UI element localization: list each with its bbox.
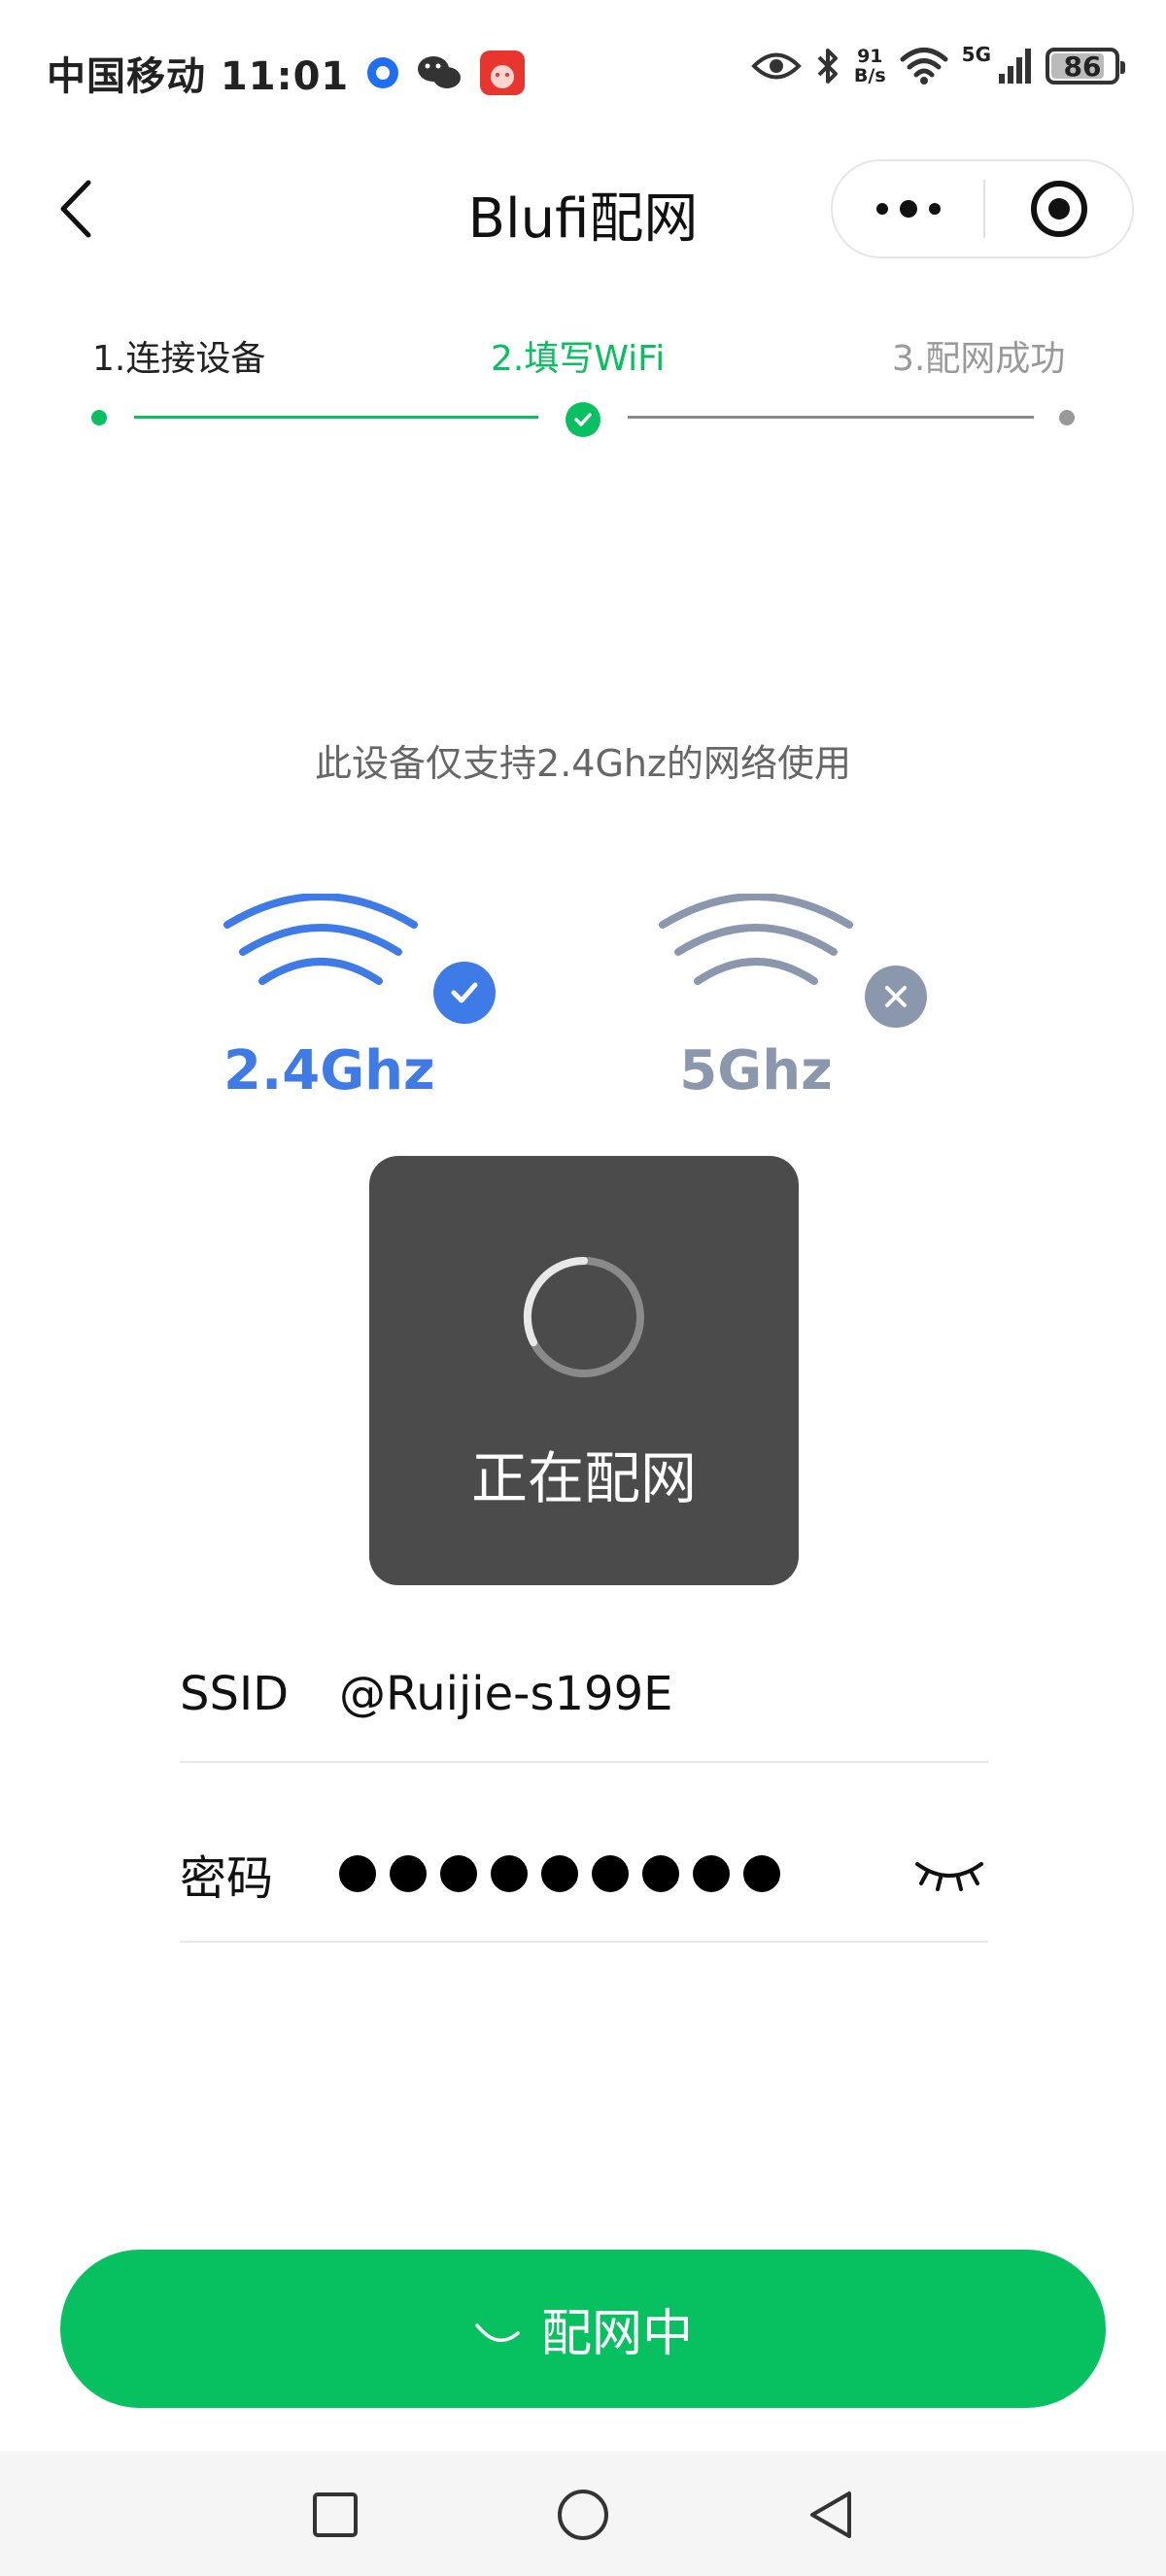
check-mark [451,982,478,1003]
password-mask-dot [339,1855,376,1892]
bluetooth-icon [817,49,838,84]
eye-icon [751,52,802,80]
status-bar: 中国移动 11:01 91 B/s 5G 86 [0,0,1166,146]
ssid-label: SSID [180,1667,290,1721]
password-mask-dot [491,1855,528,1892]
triangle-back-icon [810,2491,851,2538]
ssid-field[interactable]: @Ruijie-s199E [339,1667,988,1721]
more-dots-icon [875,200,941,218]
band-24-label: 2.4Ghz [223,1039,435,1102]
password-mask-dot [743,1855,780,1892]
wifi-icon [659,893,853,985]
loading-spinner-icon [475,2322,520,2342]
circle-icon [558,2490,608,2540]
step-check-icon [566,402,600,437]
network-type: 5G [961,43,991,66]
eye-closed-icon [915,1862,983,1891]
loading-spinner-icon [523,1256,644,1377]
step-dot-done [91,410,107,425]
submit-button[interactable]: 配网中 [60,2250,1106,2408]
net-speed: 91 B/s [854,47,886,85]
more-button[interactable] [833,161,983,256]
net-speed-unit: B/s [853,65,886,86]
check-icon [433,962,496,1024]
password-mask-dot [592,1855,629,1892]
status-right: 91 B/s 5G 86 [751,43,1125,85]
progress-steps: 1.连接设备 2.填写WiFi 3.配网成功 [0,330,1166,447]
system-back-button[interactable] [794,2478,868,2552]
wechat-icon [418,56,462,88]
square-icon [313,2492,358,2537]
close-target-icon [1030,181,1087,237]
band-5-label: 5Ghz [679,1039,833,1102]
password-mask-dot [440,1855,477,1892]
recent-apps-button[interactable] [298,2478,372,2552]
password-mask-dot [541,1855,578,1892]
password-visibility-toggle[interactable] [910,1845,988,1903]
password-label: 密码 [180,1851,274,1906]
band-5-indicator: 5Ghz [659,893,927,1107]
submit-label: 配网中 [540,2305,693,2363]
ssid-row: SSID @Ruijie-s199E [180,1627,988,1763]
step-line-done [134,416,538,419]
carrier-time: 中国移动 11:01 [47,54,350,99]
status-left: 中国移动 11:01 [47,45,526,101]
password-mask-dot [642,1855,679,1892]
net-speed-value: 91 [857,46,883,67]
wifi-icon [223,893,418,985]
shopping-app-icon [480,51,526,95]
cross-icon [865,966,927,1028]
password-field[interactable] [339,1855,910,1892]
check-mark [574,413,592,426]
nav-bar: Blufi配网 [0,146,1166,272]
password-row: 密码 [180,1807,988,1943]
band-24-indicator: 2.4Ghz [223,893,496,1107]
cross-mark [885,986,907,1007]
app-notification-icon [367,57,399,88]
loading-toast: 正在配网 [369,1156,799,1585]
band-notice: 此设备仅支持2.4Ghz的网络使用 [315,742,851,785]
step-label-wifi: 2.填写WiFi [491,339,666,379]
battery-indicator: 86 [1046,48,1125,85]
password-mask-dot [390,1855,427,1892]
signal-icon [999,49,1031,84]
wifi-status-icon [900,48,948,85]
toast-text: 正在配网 [470,1445,697,1511]
mini-program-capsule [831,159,1134,258]
step-dot-pending [1059,410,1075,425]
step-line-pending [628,416,1034,419]
step-label-connect: 1.连接设备 [92,339,266,379]
battery-level: 86 [1063,50,1102,83]
close-button[interactable] [985,161,1132,256]
password-mask-dot [693,1855,730,1892]
system-navigation-bar [0,2451,1166,2576]
home-button[interactable] [546,2478,620,2552]
step-label-success: 3.配网成功 [892,339,1066,379]
